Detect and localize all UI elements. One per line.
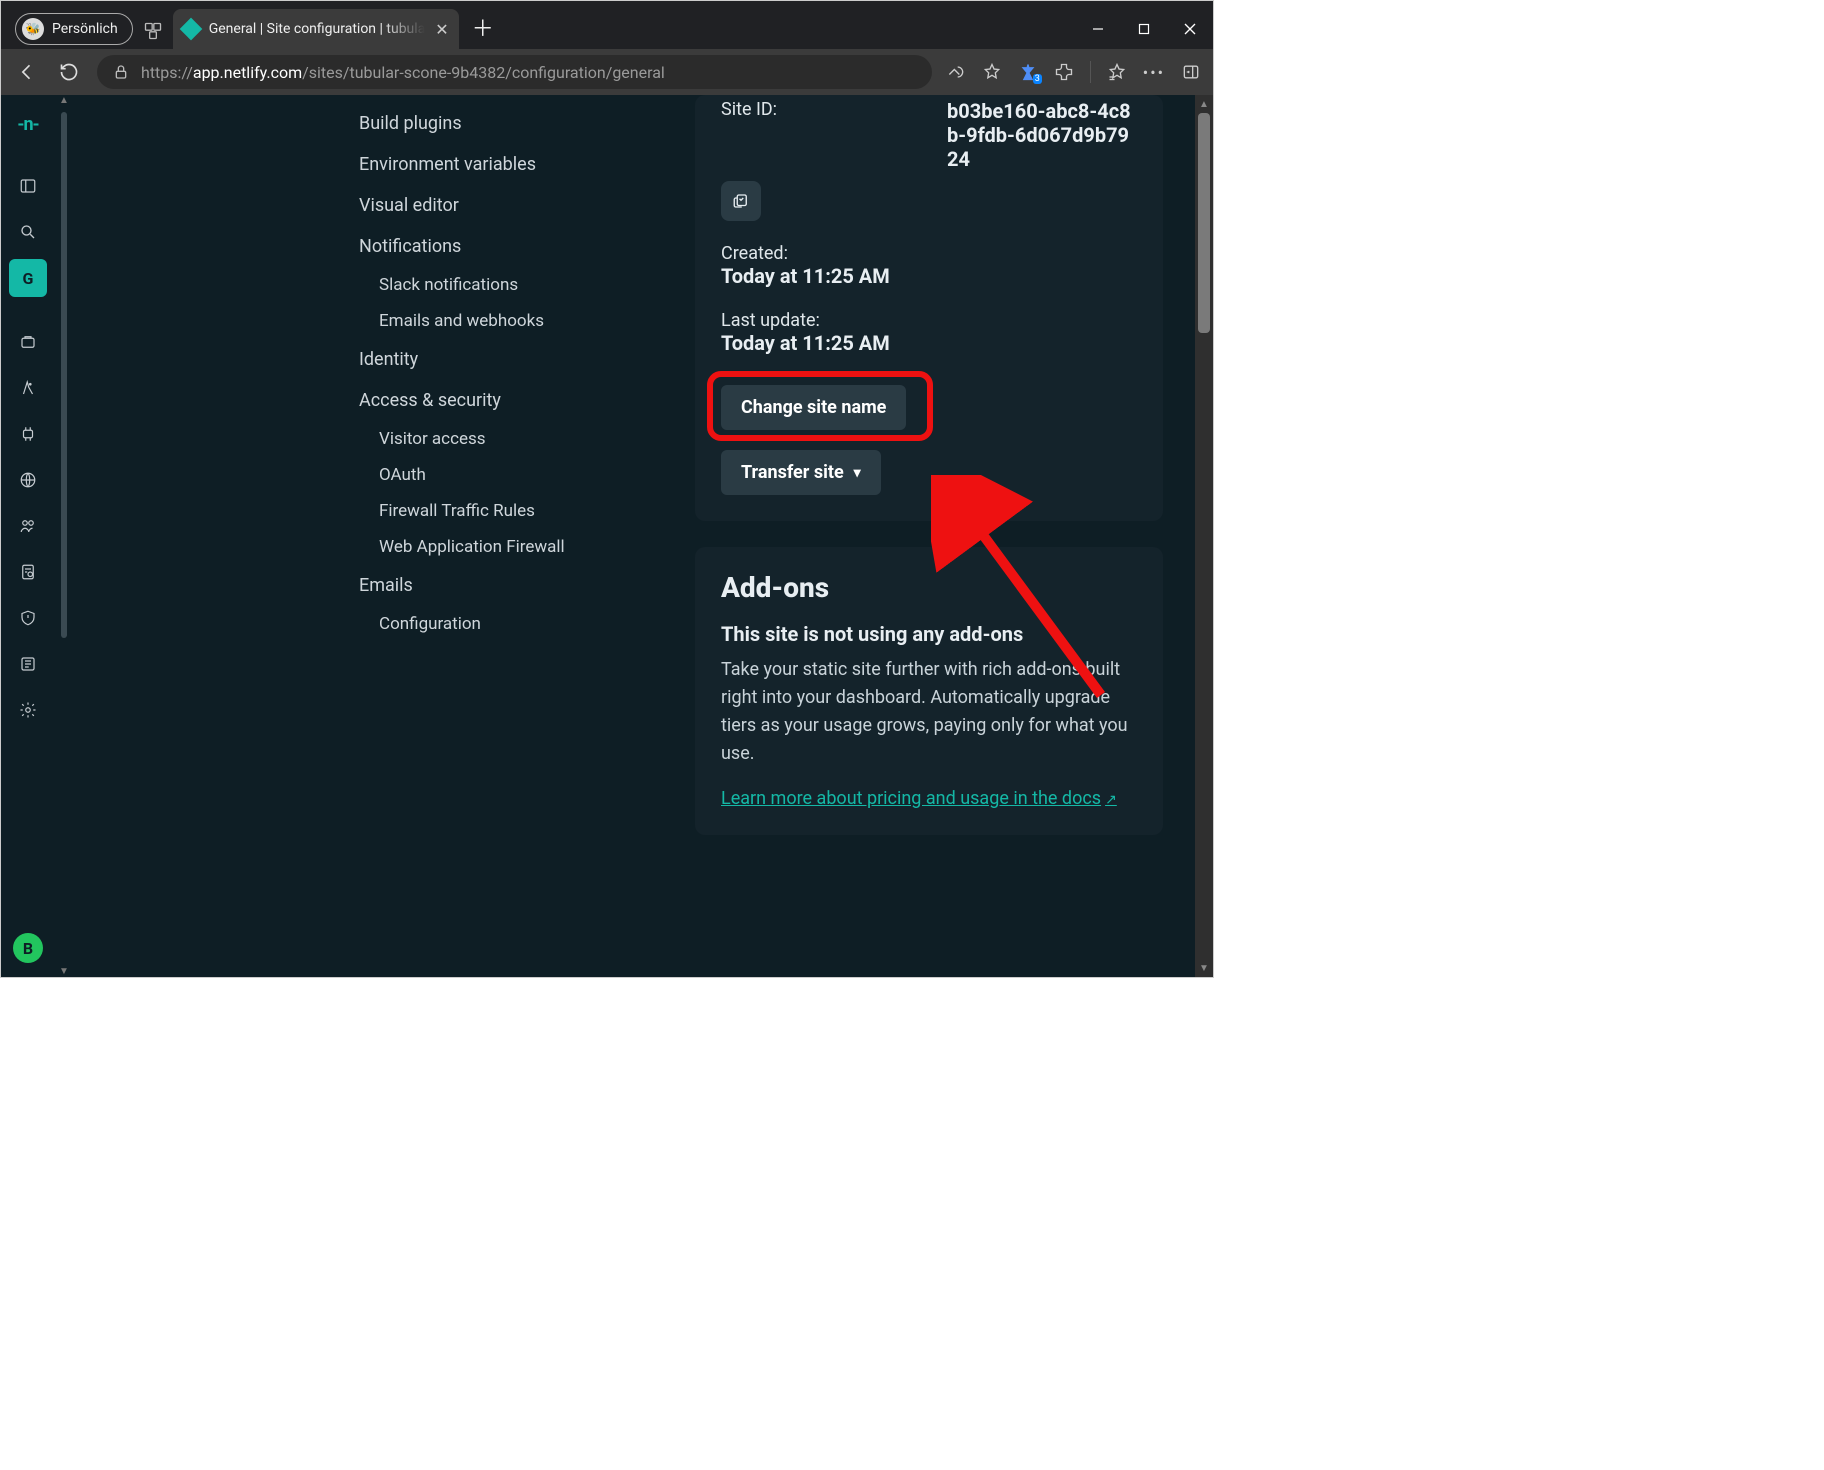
addons-subheading: This site is not using any add-ons xyxy=(721,622,1137,646)
extensions-icon[interactable] xyxy=(1054,62,1074,82)
settings-main: Site ID: b03be160-abc8-4c8b-9fdb-6d067d9… xyxy=(695,95,1163,977)
read-aloud-icon[interactable] xyxy=(946,62,966,82)
updated-label: Last update: xyxy=(721,310,1137,331)
created-label: Created: xyxy=(721,243,1137,264)
rail-integrations-icon[interactable] xyxy=(9,415,47,453)
nav-emails[interactable]: Emails xyxy=(359,565,659,606)
nav-configuration[interactable]: Configuration xyxy=(359,606,659,642)
profile-avatar-icon: 🐝 xyxy=(22,18,44,40)
addons-heading: Add-ons xyxy=(721,571,1137,604)
user-avatar[interactable]: B xyxy=(13,933,43,963)
browser-titlebar: 🐝 Persönlich General | Site configuratio… xyxy=(1,1,1213,49)
window-maximize-button[interactable] xyxy=(1121,9,1167,49)
rail-billing-icon[interactable] xyxy=(9,645,47,683)
more-icon[interactable]: ••• xyxy=(1143,63,1165,82)
change-site-name-button[interactable]: Change site name xyxy=(721,385,906,430)
sidebar-toggle-icon[interactable] xyxy=(1181,62,1201,82)
nav-access-security[interactable]: Access & security xyxy=(359,380,659,421)
favorite-icon[interactable] xyxy=(982,62,1002,82)
window-close-button[interactable] xyxy=(1167,9,1213,49)
nav-env-vars[interactable]: Environment variables xyxy=(359,144,659,185)
transfer-site-button[interactable]: Transfer site ▾ xyxy=(721,450,881,495)
updated-value: Today at 11:25 AM xyxy=(721,331,1137,355)
nav-emails-webhooks[interactable]: Emails and webhooks xyxy=(359,303,659,339)
nav-identity[interactable]: Identity xyxy=(359,339,659,380)
rail-members-icon[interactable] xyxy=(9,507,47,545)
shopping-badge: 3 xyxy=(1033,74,1042,84)
nav-oauth[interactable]: OAuth xyxy=(359,457,659,493)
favorites-bar-icon[interactable] xyxy=(1107,62,1127,82)
rail-search-icon[interactable] xyxy=(9,213,47,251)
tab-close-icon[interactable]: ✕ xyxy=(435,20,448,39)
lock-icon xyxy=(113,64,129,80)
tab-title: General | Site configuration | tubular-s… xyxy=(209,21,426,37)
scroll-down-icon[interactable]: ▼ xyxy=(1199,959,1209,977)
profile-label: Persönlich xyxy=(52,21,118,37)
nav-back-button[interactable] xyxy=(13,62,41,82)
netlify-logo-icon[interactable]: -n- xyxy=(9,105,47,143)
rail-inner-scrollbar[interactable]: ▲ ▼ xyxy=(55,95,73,977)
rail-audit-icon[interactable] xyxy=(9,553,47,591)
rail-builds-icon[interactable] xyxy=(9,323,47,361)
scroll-up-icon[interactable]: ▲ xyxy=(59,95,69,106)
site-info-card: Site ID: b03be160-abc8-4c8b-9fdb-6d067d9… xyxy=(695,95,1163,521)
shopping-icon[interactable]: 3 xyxy=(1018,62,1038,82)
nav-firewall-rules[interactable]: Firewall Traffic Rules xyxy=(359,493,659,529)
scroll-up-icon[interactable]: ▲ xyxy=(1199,95,1209,113)
tab-favicon-icon xyxy=(179,18,202,41)
chevron-down-icon: ▾ xyxy=(854,465,861,481)
app-left-rail: -n- G B xyxy=(1,95,55,977)
nav-build-plugins[interactable]: Build plugins xyxy=(359,103,659,144)
rail-item-general[interactable]: G xyxy=(9,259,47,297)
workspaces-icon[interactable] xyxy=(133,21,173,41)
site-id-label: Site ID: xyxy=(721,99,777,171)
nav-notifications[interactable]: Notifications xyxy=(359,226,659,267)
toolbar-separator xyxy=(1090,61,1091,83)
nav-refresh-button[interactable] xyxy=(55,62,83,82)
window-minimize-button[interactable] xyxy=(1075,9,1121,49)
nav-visual-editor[interactable]: Visual editor xyxy=(359,185,659,226)
url-text: https://app.netlify.com/sites/tubular-sc… xyxy=(141,63,665,82)
nav-waf[interactable]: Web Application Firewall xyxy=(359,529,659,565)
settings-nav: Build plugins Environment variables Visu… xyxy=(359,95,659,977)
new-tab-button[interactable]: ＋ xyxy=(463,11,503,43)
created-value: Today at 11:25 AM xyxy=(721,264,1137,288)
nav-visitor-access[interactable]: Visitor access xyxy=(359,421,659,457)
rail-settings-icon[interactable] xyxy=(9,691,47,729)
rail-sites-icon[interactable] xyxy=(9,167,47,205)
addons-learn-more-link[interactable]: Learn more about pricing and usage in th… xyxy=(721,788,1117,809)
page-vertical-scrollbar[interactable]: ▲ ▼ xyxy=(1195,95,1213,977)
nav-slack[interactable]: Slack notifications xyxy=(359,267,659,303)
scroll-down-icon[interactable]: ▼ xyxy=(59,966,69,977)
addons-card: Add-ons This site is not using any add-o… xyxy=(695,547,1163,835)
rail-deploy-icon[interactable] xyxy=(9,369,47,407)
browser-profile-button[interactable]: 🐝 Persönlich xyxy=(15,13,133,45)
rail-security-icon[interactable] xyxy=(9,599,47,637)
copy-site-id-button[interactable] xyxy=(721,181,761,221)
rail-domains-icon[interactable] xyxy=(9,461,47,499)
external-link-icon: ↗ xyxy=(1105,792,1117,808)
browser-tab-active[interactable]: General | Site configuration | tubular-s… xyxy=(173,9,459,49)
site-id-value: b03be160-abc8-4c8b-9fdb-6d067d9b7924 xyxy=(947,99,1137,171)
url-field[interactable]: https://app.netlify.com/sites/tubular-sc… xyxy=(97,55,932,89)
addons-desc: Take your static site further with rich … xyxy=(721,656,1137,768)
browser-address-bar: https://app.netlify.com/sites/tubular-sc… xyxy=(1,49,1213,95)
